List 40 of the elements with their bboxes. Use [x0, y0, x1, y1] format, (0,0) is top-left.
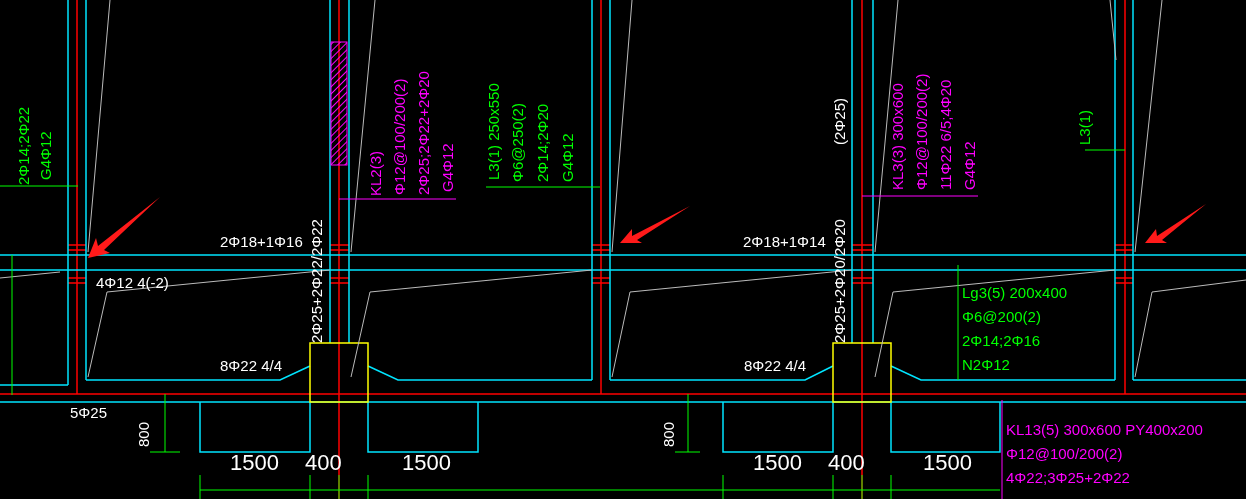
drawing-annotation: 8Φ22 4/4: [744, 358, 806, 373]
drawing-annotation: 2Φ14;2Φ20: [535, 103, 551, 182]
drawing-annotation: 2Φ25+2Φ22/2Φ22: [309, 219, 325, 343]
drawing-annotation: Lg3(5) 200x400: [962, 285, 1068, 300]
drawing-annotation: KL13(5) 300x600 PY400x200: [1006, 422, 1203, 437]
drawing-annotation: G4Φ12: [560, 133, 576, 182]
drawing-annotation: 8Φ22 4/4: [220, 358, 282, 373]
drawing-annotation: Φ12@100/200(2): [914, 73, 930, 190]
drawing-annotation: Φ6@200(2): [962, 309, 1041, 324]
drawing-annotation: (2Φ25): [832, 98, 848, 145]
drawing-annotation: Φ12@100/200(2): [1006, 446, 1123, 461]
drawing-annotation: G4Φ12: [38, 131, 54, 180]
drawing-annotation: 1500: [923, 452, 972, 474]
drawing-annotation: 2Φ25+2Φ20/2Φ20: [832, 219, 848, 343]
drawing-annotation: 4Φ22;3Φ25+2Φ22: [1006, 470, 1130, 485]
drawing-annotation: G4Φ12: [440, 143, 456, 192]
drawing-annotation: 1500: [230, 452, 279, 474]
drawing-annotation: 1500: [753, 452, 802, 474]
drawing-annotation: 800: [661, 421, 677, 447]
drawing-annotation: 1500: [402, 452, 451, 474]
drawing-annotation: Φ6@250(2): [510, 103, 526, 182]
drawing-annotation: KL2(3): [368, 150, 384, 196]
drawing-annotation: 5Φ25: [70, 405, 107, 420]
drawing-annotation: L3(1): [1077, 109, 1093, 145]
drawing-annotation: L3(1) 250x550: [486, 83, 502, 180]
arrow-icon: [620, 206, 690, 243]
drawing-annotation: N2Φ12: [962, 357, 1010, 372]
drawing-annotation: 2Φ25;2Φ22+2Φ20: [416, 71, 432, 195]
arrow-icon: [1145, 204, 1206, 243]
drawing-annotation: 2Φ18+1Φ16: [220, 234, 303, 249]
drawing-annotation: 2Φ18+1Φ14: [743, 234, 826, 249]
drawing-annotation: Φ12@100/200(2): [392, 78, 408, 195]
drawing-annotation: 2Φ14;2Φ22: [16, 106, 32, 185]
leader-line: [1084, 149, 1126, 151]
drawing-annotation: 2Φ14;2Φ16: [962, 333, 1041, 348]
drawing-annotation: G4Φ12: [962, 141, 978, 190]
drawing-annotation: KL3(3) 300x600: [890, 83, 906, 190]
drawing-annotation: 4Φ12 4(-2): [96, 275, 169, 290]
drawing-annotation: 800: [136, 421, 152, 447]
drawing-annotation: 11Φ22 6/5;4Φ20: [938, 79, 954, 190]
